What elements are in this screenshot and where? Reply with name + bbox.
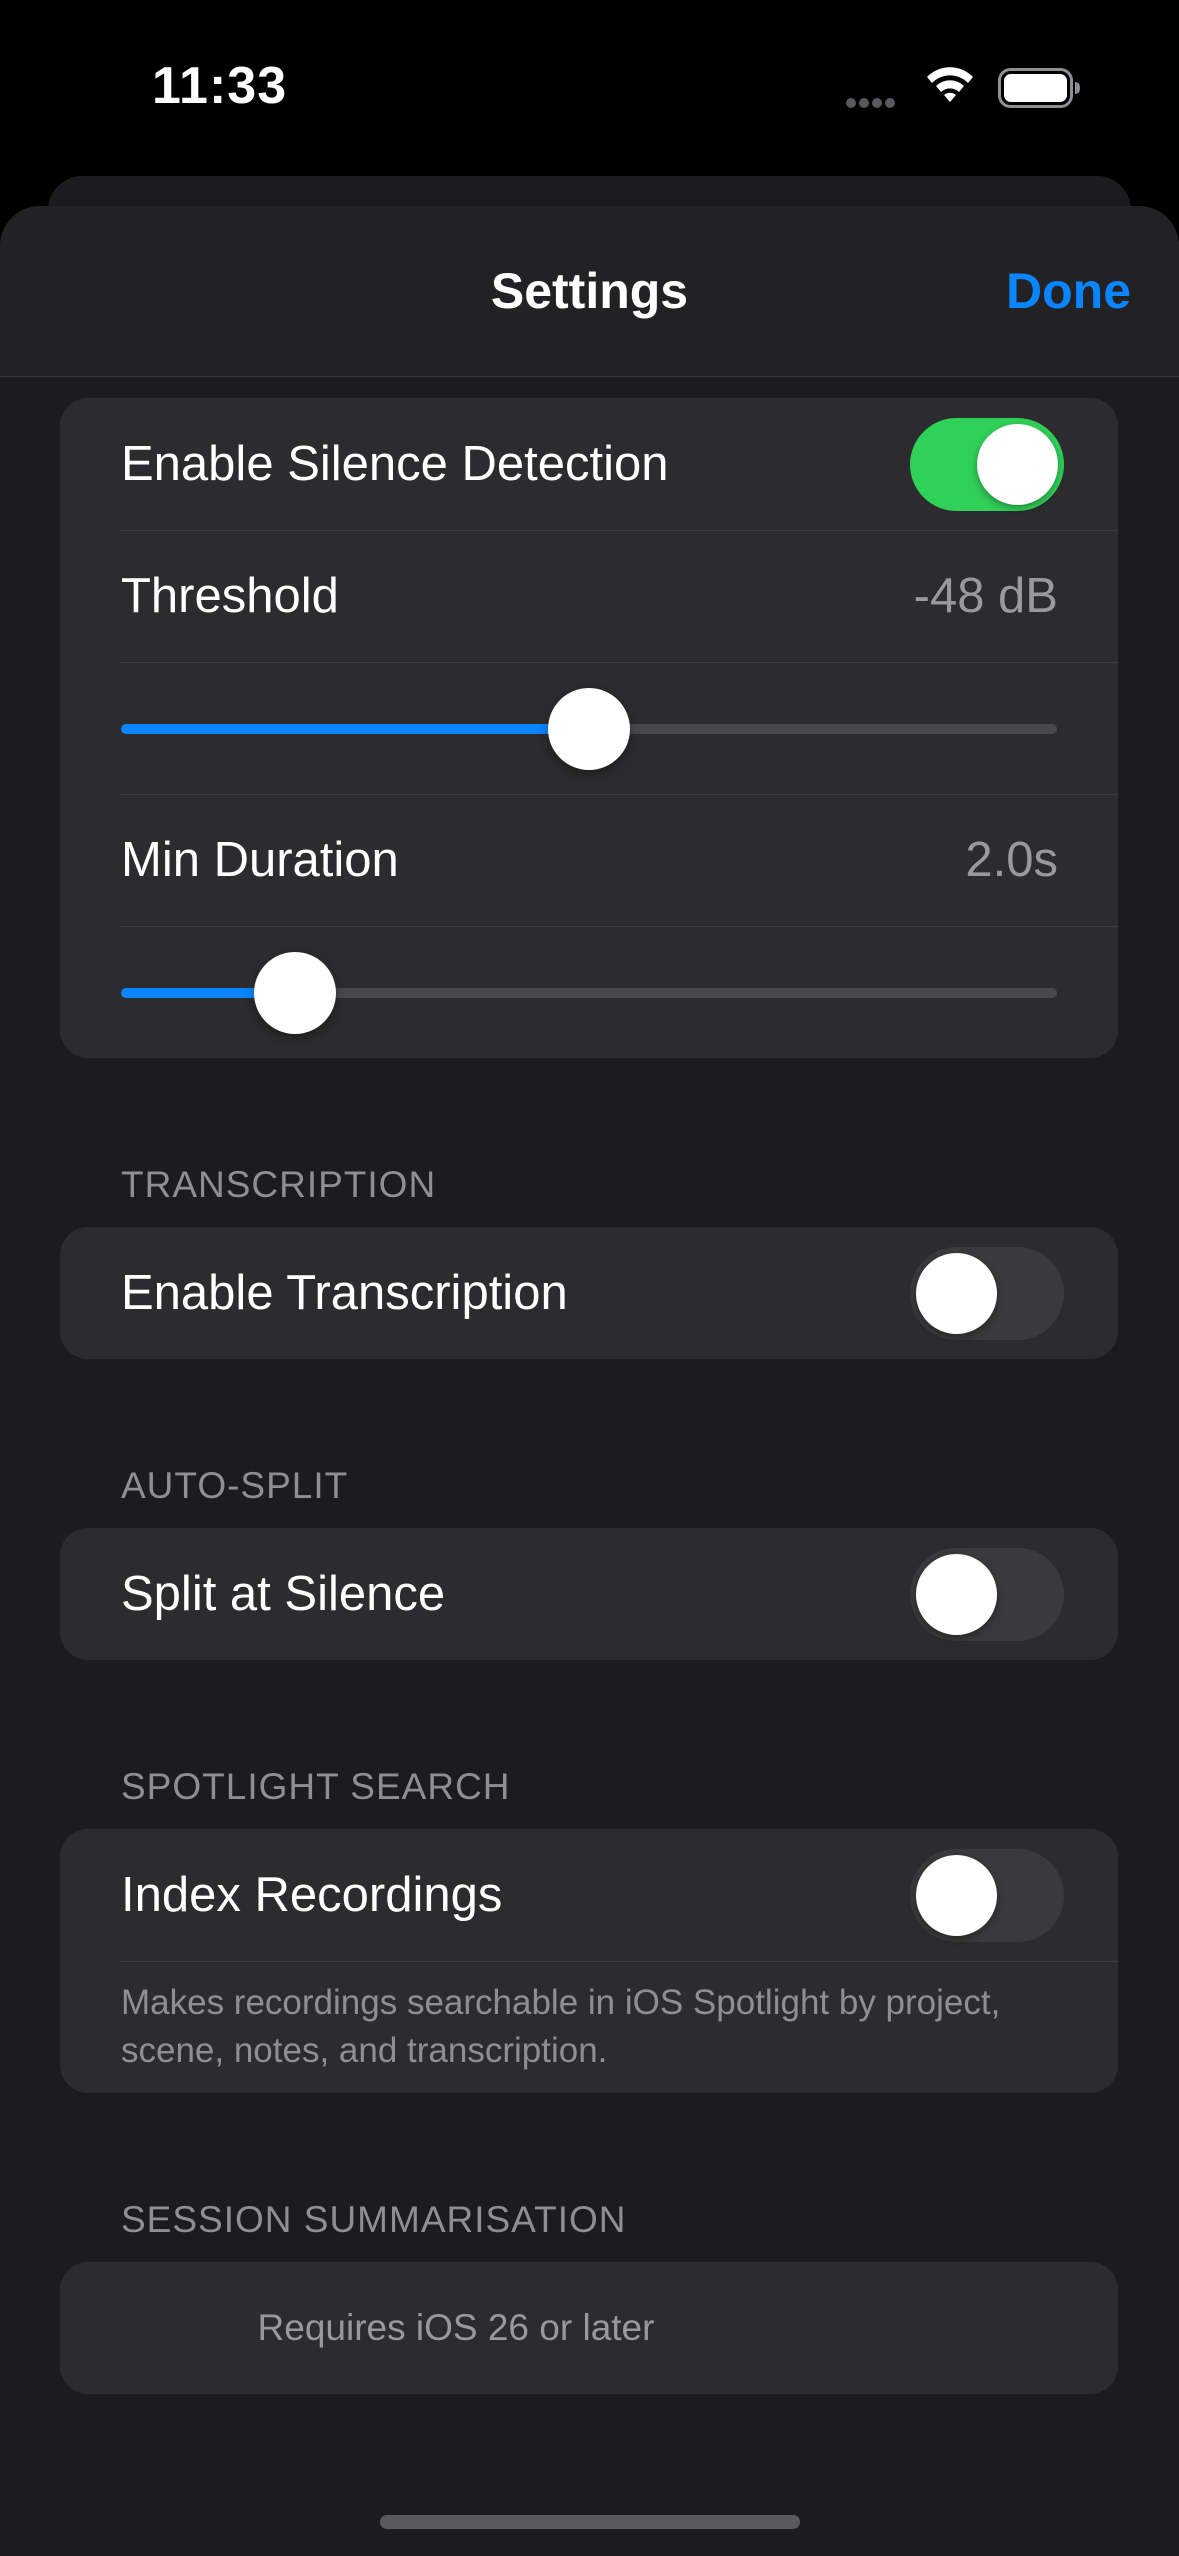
enable-silence-detection-label: Enable Silence Detection (121, 437, 669, 491)
slider-thumb[interactable] (254, 952, 337, 1034)
done-button[interactable]: Done (1006, 262, 1131, 320)
index-recordings-toggle[interactable] (910, 1849, 1064, 1942)
min-duration-value: 2.0s (965, 833, 1058, 887)
threshold-slider-row (60, 662, 1118, 794)
enable-transcription-label: Enable Transcription (121, 1266, 568, 1320)
slider-thumb[interactable] (548, 688, 630, 770)
threshold-row: Threshold -48 dB (60, 530, 1118, 662)
min-duration-slider-row (60, 926, 1118, 1058)
split-at-silence-label: Split at Silence (121, 1567, 446, 1621)
navigation-bar: Settings Done (0, 206, 1179, 377)
toggle-knob (916, 1554, 997, 1635)
summarisation-section-header: SESSION SUMMARISATION (121, 2199, 627, 2240)
slider-fill (121, 724, 589, 734)
auto-split-group: Split at Silence (60, 1528, 1118, 1660)
settings-sheet: Settings Done Enable Silence Detection T… (0, 206, 1179, 2556)
enable-silence-detection-row: Enable Silence Detection (60, 398, 1118, 530)
home-indicator[interactable] (380, 2515, 800, 2529)
threshold-value: -48 dB (913, 569, 1058, 623)
page-title: Settings (490, 263, 689, 319)
auto-split-section-header: AUTO-SPLIT (121, 1465, 349, 1506)
index-recordings-label: Index Recordings (121, 1868, 503, 1922)
requires-ios-row: Requires iOS 26 or later (60, 2262, 1118, 2394)
min-duration-label: Min Duration (121, 833, 399, 887)
spotlight-section-header: SPOTLIGHT SEARCH (121, 1766, 511, 1807)
transcription-group: Enable Transcription (60, 1227, 1118, 1359)
silence-detection-group: Enable Silence Detection Threshold -48 d… (60, 398, 1118, 1058)
split-at-silence-toggle[interactable] (910, 1548, 1064, 1641)
min-duration-row: Min Duration 2.0s (60, 794, 1118, 926)
toggle-knob (916, 1855, 997, 1936)
cellular-dots-icon (846, 95, 906, 108)
enable-transcription-row: Enable Transcription (60, 1227, 1118, 1359)
threshold-slider[interactable] (121, 662, 1057, 794)
spotlight-group: Index Recordings Makes recordings search… (60, 1829, 1118, 2093)
battery-icon (998, 68, 1080, 108)
toggle-knob (977, 424, 1058, 505)
wifi-icon (927, 67, 973, 102)
summarisation-group: Requires iOS 26 or later (60, 2262, 1118, 2394)
spotlight-footnote-row: Makes recordings searchable in iOS Spotl… (60, 1961, 1118, 2093)
transcription-toggle[interactable] (910, 1247, 1064, 1340)
silence-detection-toggle[interactable] (910, 418, 1064, 511)
status-bar: 11:33 (0, 0, 1179, 170)
index-recordings-row: Index Recordings (60, 1829, 1118, 1961)
min-duration-slider[interactable] (121, 926, 1057, 1058)
requires-ios-text: Requires iOS 26 or later (257, 2307, 655, 2348)
status-time: 11:33 (152, 57, 288, 115)
spotlight-footnote: Makes recordings searchable in iOS Spotl… (121, 1983, 1001, 2070)
split-at-silence-row: Split at Silence (60, 1528, 1118, 1660)
row-separator (121, 1961, 1118, 1962)
threshold-label: Threshold (121, 569, 339, 623)
toggle-knob (916, 1253, 997, 1334)
transcription-section-header: TRANSCRIPTION (121, 1164, 437, 1205)
